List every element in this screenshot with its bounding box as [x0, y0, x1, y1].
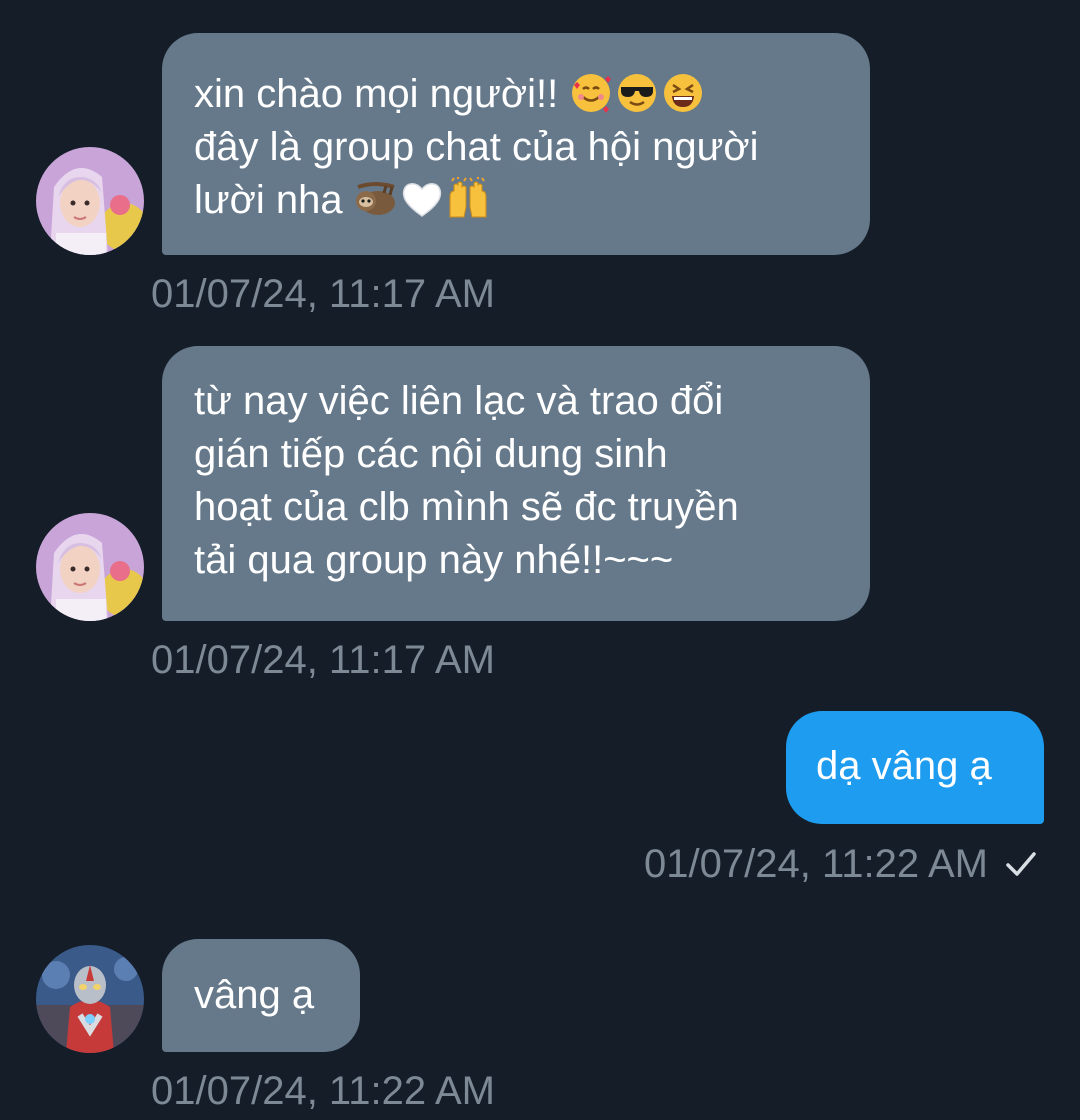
message-text: hoạt của clb mình sẽ đc truyền	[194, 485, 739, 529]
message-text: đây là group chat của hội người	[194, 125, 759, 169]
message-text: tải qua group này nhé!!~~~	[194, 538, 674, 582]
message-text: từ nay việc liên lạc và trao đổi	[194, 379, 724, 423]
message-bubble[interactable]: vâng ạ	[162, 939, 360, 1052]
message-timestamp: 01/07/24, 11:17 AM	[151, 272, 495, 316]
message-text: dạ vâng ạ	[816, 744, 992, 788]
message-text: lười nha	[194, 178, 343, 222]
smiling-face-with-sunglasses-icon	[615, 71, 659, 115]
white-heart-icon	[400, 177, 444, 221]
message-timestamp: 01/07/24, 11:22 AM	[151, 1069, 495, 1113]
message-timestamp: 01/07/24, 11:22 AM	[644, 842, 988, 886]
message-bubble-outgoing[interactable]: dạ vâng ạ	[786, 711, 1044, 824]
avatar[interactable]	[36, 513, 144, 621]
message-bubble[interactable]: xin chào mọi người!! đây là group chat c…	[162, 33, 870, 255]
grinning-squinting-face-icon	[661, 71, 705, 115]
message-timestamp: 01/07/24, 11:17 AM	[151, 638, 495, 682]
message-timestamp-row: 01/07/24, 11:22 AM	[644, 840, 1038, 888]
message-bubble[interactable]: từ nay việc liên lạc và trao đổi gián ti…	[162, 346, 870, 621]
smiling-face-with-hearts-icon	[569, 71, 613, 115]
message-text: gián tiếp các nội dung sinh	[194, 432, 668, 476]
check-icon	[1004, 849, 1038, 879]
raising-hands-icon	[446, 177, 490, 221]
sloth-icon	[354, 177, 398, 221]
avatar[interactable]	[36, 147, 144, 255]
avatar[interactable]	[36, 945, 144, 1053]
message-text: xin chào mọi người!!	[194, 72, 559, 116]
message-text: vâng ạ	[194, 973, 315, 1017]
